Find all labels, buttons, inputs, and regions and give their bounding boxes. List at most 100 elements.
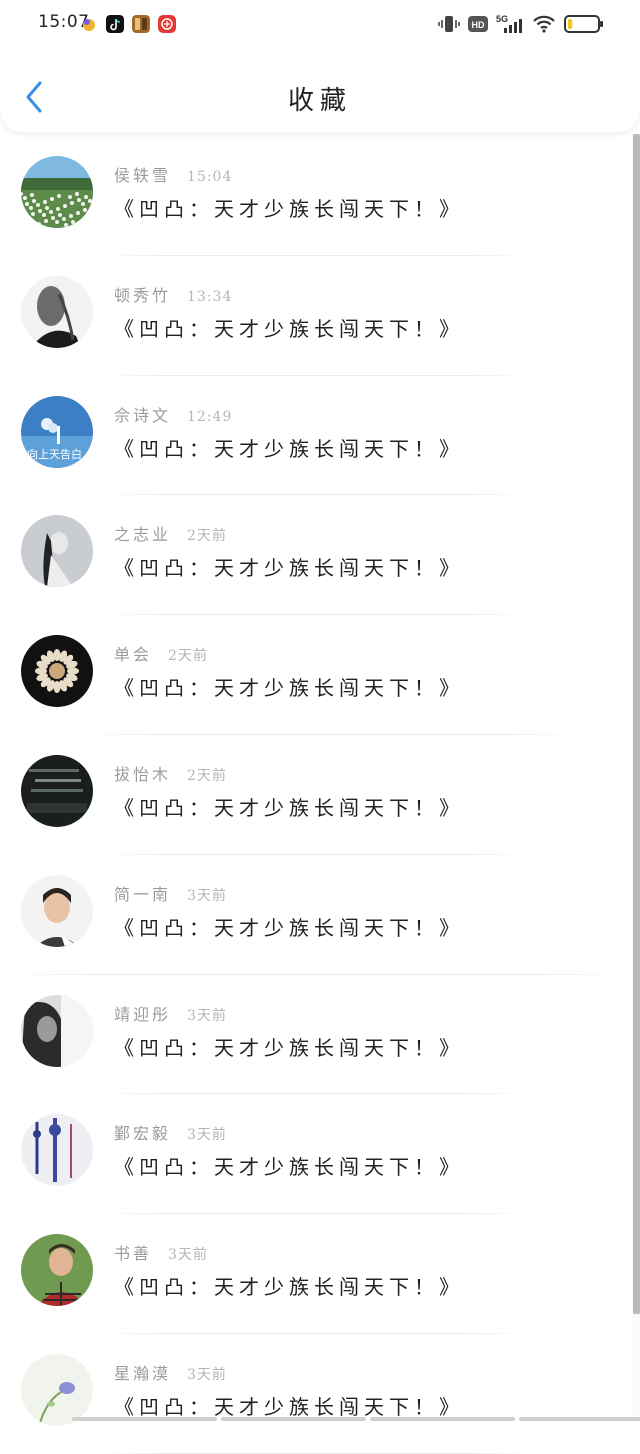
author-line: 简一南 3天前 (114, 881, 227, 905)
author-line: 鄞宏毅 3天前 (114, 1120, 227, 1144)
avatar-image (21, 994, 93, 1067)
avatar[interactable]: 向上天告白 (21, 395, 93, 468)
favorite-row[interactable]: 之志业 2天前《凹凸：天才少族长闯天下！》 (0, 495, 632, 616)
book-title[interactable]: 《凹凸：天才少族长闯天下！》 (114, 313, 464, 342)
author-line: 侯轶雪 15:04 (114, 162, 232, 186)
battery-icon (564, 15, 603, 33)
avatar-image (21, 275, 93, 348)
status-bar: 15:07 HD 5G (0, 0, 640, 50)
author-line: 书善 3天前 (114, 1240, 208, 1264)
avatar[interactable] (21, 515, 93, 588)
author-line: 顿秀竹 13:34 (114, 282, 232, 306)
avatar-image (21, 635, 93, 708)
author-line: 单会 2天前 (114, 641, 208, 665)
favorite-row[interactable]: 向上天告白 佘诗文 12:49 《凹凸：天才少族长闯天下！》 (0, 376, 632, 496)
browser-app-icon (83, 19, 95, 31)
favorite-row[interactable]: 单会 2天前《凹凸：天才少族长闯天下！》 (0, 615, 632, 735)
scroll-segment (221, 1417, 366, 1421)
author-name: 星瀚漠 (114, 1363, 172, 1383)
app-header: 收藏 (0, 50, 640, 132)
author-name: 顿秀竹 (114, 285, 172, 305)
book-title[interactable]: 《凹凸：天才少族长闯天下！》 (114, 1032, 464, 1061)
favorite-row[interactable]: 侯轶雪 15:04 《凹凸：天才少族长闯天下！》 (0, 136, 632, 256)
network-type-label: 5G (496, 14, 508, 24)
avatar-image (21, 156, 93, 228)
svg-text:向上天告白: 向上天告白 (27, 447, 82, 461)
book-title[interactable]: 《凹凸：天才少族长闯天下！》 (114, 1151, 464, 1180)
scroll-segment (72, 1417, 217, 1421)
avatar-image (21, 1114, 93, 1187)
author-name: 之志业 (114, 525, 172, 545)
avatar-image (21, 1353, 93, 1426)
page-title: 收藏 (287, 86, 352, 116)
book-title[interactable]: 《凹凸：天才少族长闯天下！》 (114, 792, 464, 821)
avatar-image (21, 754, 93, 827)
avatar[interactable] (21, 1234, 93, 1307)
book-title[interactable]: 《凹凸：天才少族长闯天下！》 (114, 193, 464, 222)
avatar[interactable] (21, 156, 93, 228)
avatar-image (21, 874, 93, 947)
avatar[interactable] (21, 1353, 93, 1426)
vibrate-icon (438, 16, 460, 32)
favorite-row[interactable]: 简一南 3天前《凹凸：天才少族长闯天下！》 (0, 855, 632, 975)
post-time: 15:04 (187, 169, 233, 185)
avatar-image (21, 515, 93, 588)
post-time: 2天前 (168, 648, 208, 665)
favorite-row[interactable]: 靖迎彤 3天前《凹凸：天才少族长闯天下！》 (0, 975, 632, 1095)
notification-app-icons (80, 15, 176, 33)
post-time: 3天前 (168, 1247, 208, 1264)
book-title[interactable]: 《凹凸：天才少族长闯天下！》 (114, 1271, 464, 1300)
post-time: 2天前 (187, 528, 227, 545)
book-title[interactable]: 《凹凸：天才少族长闯天下！》 (114, 912, 464, 941)
author-name: 鄞宏毅 (114, 1124, 172, 1144)
avatar[interactable] (21, 874, 93, 947)
author-line: 之志业 2天前 (114, 521, 227, 545)
author-line: 靖迎彤 3天前 (114, 1001, 227, 1025)
game-app-icon (132, 15, 150, 33)
status-indicators: HD 5G (438, 13, 604, 35)
hd-label: HD (472, 20, 485, 30)
scroll-segment (370, 1417, 515, 1421)
post-time: 3天前 (187, 887, 227, 904)
author-name: 靖迎彤 (114, 1004, 172, 1024)
author-name: 书善 (114, 1244, 153, 1264)
hd-icon: HD (468, 16, 488, 32)
post-time: 3天前 (187, 1007, 227, 1024)
favorite-row[interactable]: 顿秀竹 13:34 《凹凸：天才少族长闯天下！》 (0, 256, 632, 376)
avatar-image: 向上天告白 (21, 395, 93, 468)
tiktok-app-icon (106, 15, 124, 33)
avatar-image (21, 1234, 93, 1307)
book-title[interactable]: 《凹凸：天才少族长闯天下！》 (114, 672, 464, 701)
book-title[interactable]: 《凹凸：天才少族长闯天下！》 (114, 1391, 464, 1420)
avatar[interactable] (21, 754, 93, 827)
red-app-icon (158, 15, 176, 33)
author-name: 单会 (114, 645, 153, 665)
author-name: 简一南 (114, 884, 172, 904)
avatar[interactable] (21, 275, 93, 348)
avatar[interactable] (21, 1114, 93, 1187)
favorite-row[interactable]: 星瀚漠 3天前《凹凸：天才少族长闯天下！》 (0, 1334, 632, 1454)
favorite-row[interactable]: 拔怡木 2天前《凹凸：天才少族长闯天下！》 (0, 735, 632, 855)
bottom-scroll-indicator (72, 1417, 640, 1421)
favorites-list: 侯轶雪 15:04 《凹凸：天才少族长闯天下！》 顿秀竹 13:34 《凹凸：天才少族长闯… (0, 136, 632, 1454)
wifi-icon (533, 15, 555, 33)
author-line: 星瀚漠 3天前 (114, 1360, 227, 1384)
scroll-segment (519, 1417, 640, 1421)
battery-level-fill (568, 19, 573, 29)
author-name: 拔怡木 (114, 764, 172, 784)
author-name: 侯轶雪 (114, 166, 172, 185)
book-title[interactable]: 《凹凸：天才少族长闯天下！》 (114, 433, 464, 462)
post-time: 12:49 (187, 408, 233, 425)
avatar[interactable] (21, 635, 93, 708)
author-line: 拔怡木 2天前 (114, 761, 227, 785)
post-time: 13:34 (187, 288, 233, 305)
post-time: 3天前 (187, 1366, 227, 1383)
post-time: 2天前 (187, 767, 227, 784)
book-title[interactable]: 《凹凸：天才少族长闯天下！》 (114, 552, 464, 581)
favorite-row[interactable]: 鄞宏毅 3天前《凹凸：天才少族长闯天下！》 (0, 1094, 632, 1215)
cell-signal-icon: 5G (496, 14, 522, 33)
post-time: 3天前 (187, 1127, 227, 1144)
scrollbar-thumb[interactable] (633, 134, 640, 1314)
favorite-row[interactable]: 书善 3天前《凹凸：天才少族长闯天下！》 (0, 1214, 632, 1334)
avatar[interactable] (21, 994, 93, 1067)
